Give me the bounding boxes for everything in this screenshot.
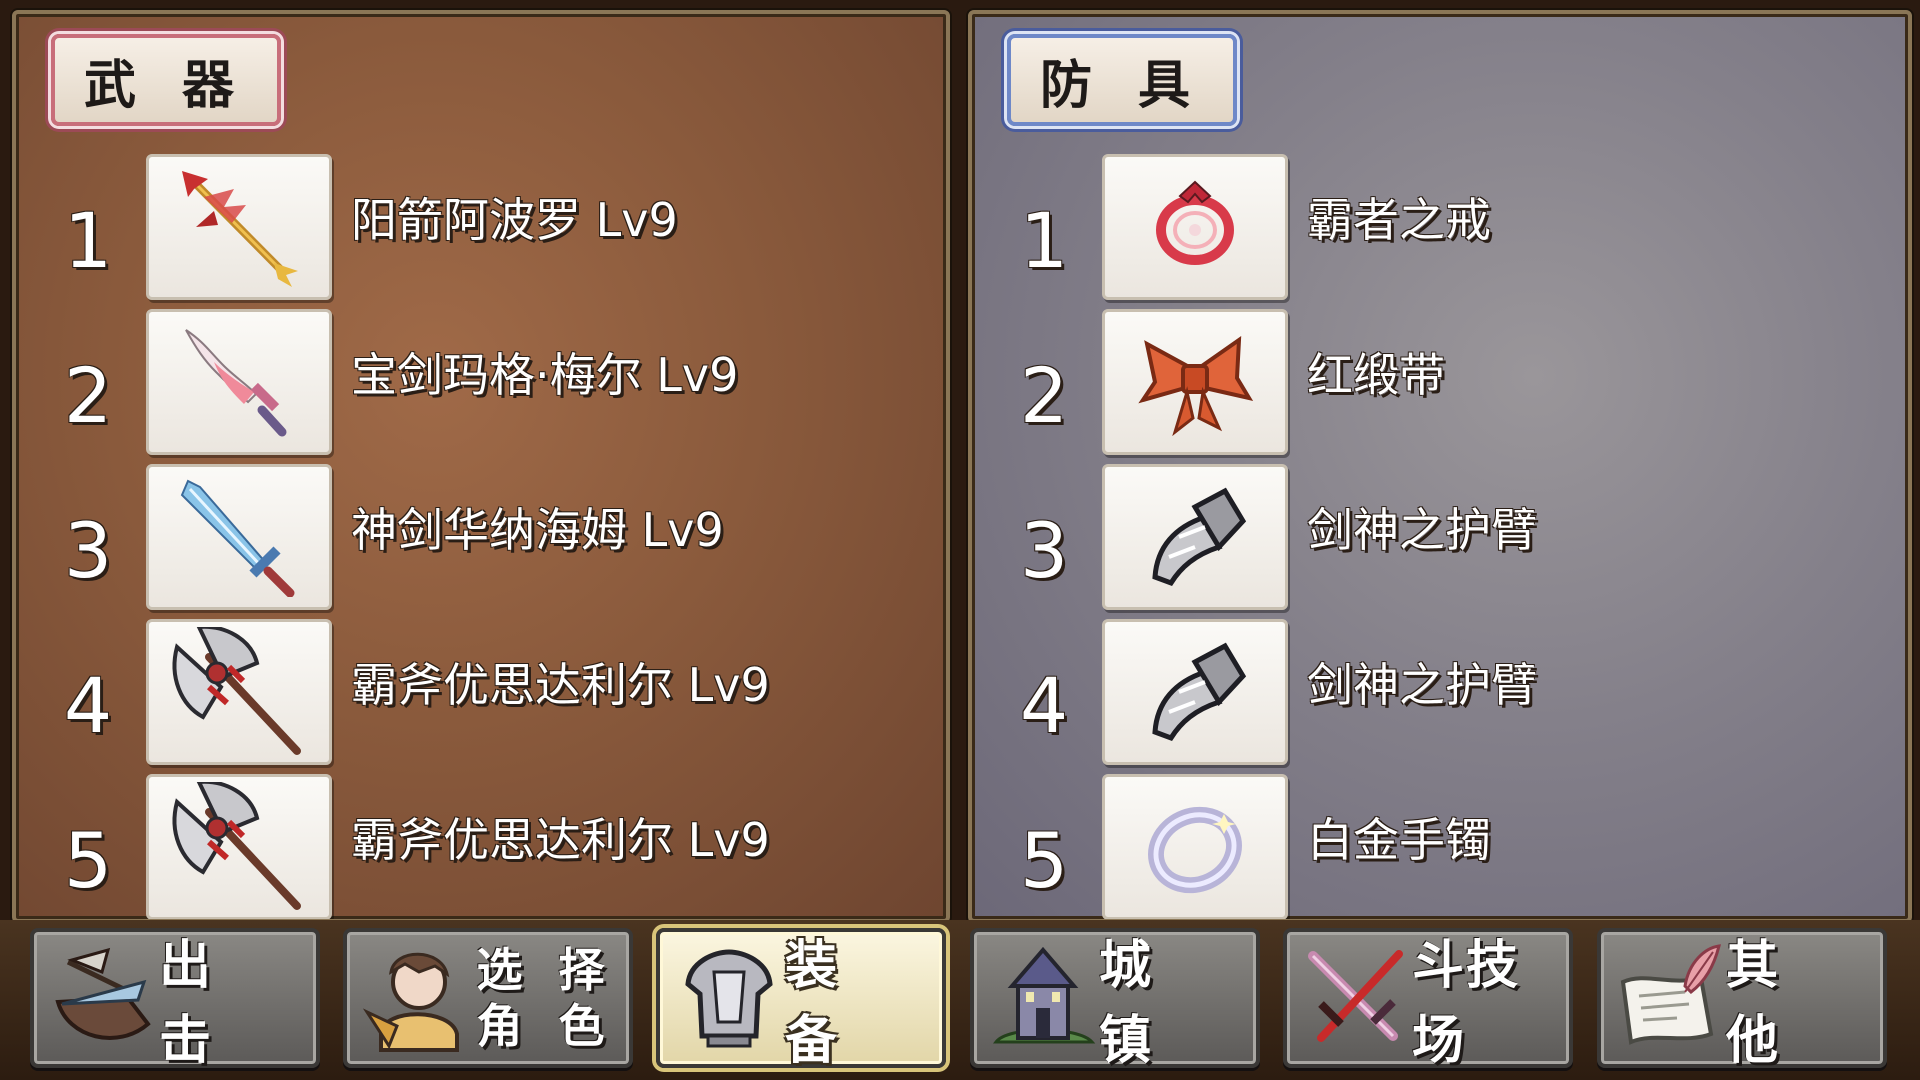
slot-number: 1: [1019, 196, 1069, 285]
weapon-slot-4[interactable]: 4 霸斧优思达利尔 Lv9: [16, 619, 946, 769]
armor-panel: 防 具 1 霸者之戒 2 红缎带 3 剑神之护臂 4 剑神之护臂 5 白金手镯: [968, 10, 1912, 923]
equipment-button[interactable]: 装 备: [656, 928, 946, 1071]
weapons-title: 武 器: [51, 34, 281, 126]
pink-sword-icon: [146, 309, 332, 455]
slot-number: 3: [63, 506, 113, 595]
arena-label: 斗技场: [1412, 936, 1521, 1071]
ship-icon: [48, 942, 158, 1054]
weapon-slot-5[interactable]: 5 霸斧优思达利尔 Lv9: [16, 774, 946, 919]
armor-name: 红缎带: [1307, 348, 1445, 402]
armor-icon: [674, 942, 784, 1054]
weapon-name: 霸斧优思达利尔 Lv9: [351, 813, 770, 867]
slot-number: 3: [1019, 506, 1069, 595]
weapon-slot-2[interactable]: 2 宝剑玛格·梅尔 Lv9: [16, 309, 946, 459]
weapon-name: 阳箭阿波罗 Lv9: [351, 193, 678, 247]
castle-icon: [988, 942, 1098, 1054]
slot-number: 5: [1019, 816, 1069, 905]
armor-name: 剑神之护臂: [1307, 658, 1537, 712]
weapons-panel: 武 器 1 阳箭阿波罗 Lv9 2 宝剑玛格·梅尔 Lv9 3 神剑华纳海姆 L…: [12, 10, 950, 923]
armor-title: 防 具: [1007, 34, 1237, 126]
arrow-icon: [146, 154, 332, 300]
weapon-slot-3[interactable]: 3 神剑华纳海姆 Lv9: [16, 464, 946, 614]
ring-icon: [1102, 154, 1288, 300]
slot-number: 2: [63, 351, 113, 440]
slot-number: 2: [1019, 351, 1069, 440]
scroll-quill-icon: [1615, 942, 1725, 1054]
slot-number: 4: [1019, 661, 1069, 750]
town-label: 城 镇: [1099, 936, 1162, 1071]
bracelet-icon: [1102, 774, 1288, 919]
armor-slot-1[interactable]: 1 霸者之戒: [972, 154, 1908, 304]
armor-slot-3[interactable]: 3 剑神之护臂: [972, 464, 1908, 614]
armor-slot-4[interactable]: 4 剑神之护臂: [972, 619, 1908, 769]
other-button[interactable]: 其 他: [1597, 928, 1887, 1071]
armor-slot-2[interactable]: 2 红缎带: [972, 309, 1908, 459]
town-button[interactable]: 城 镇: [970, 928, 1260, 1071]
sortie-button[interactable]: 出 击: [30, 928, 320, 1071]
armor-name: 白金手镯: [1307, 813, 1491, 867]
character-icon: [361, 942, 471, 1054]
bottom-nav: 出 击 选 择 角 色 装 备 城 镇 斗技场 其 他: [0, 920, 1920, 1080]
axe-icon: [146, 774, 332, 919]
other-label: 其 他: [1726, 936, 1789, 1071]
blue-sword-icon: [146, 464, 332, 610]
gauntlet-icon: [1102, 464, 1288, 610]
slot-number: 5: [63, 816, 113, 905]
equipment-label: 装 备: [785, 936, 848, 1071]
armor-name: 剑神之护臂: [1307, 503, 1537, 557]
crossed-swords-icon: [1301, 942, 1411, 1054]
select-character-label: 选 择 角 色: [476, 943, 615, 1053]
weapon-name: 神剑华纳海姆 Lv9: [351, 503, 724, 557]
sortie-label: 出 击: [159, 936, 222, 1071]
arena-button[interactable]: 斗技场: [1283, 928, 1573, 1071]
weapon-name: 宝剑玛格·梅尔 Lv9: [351, 348, 739, 402]
axe-icon: [146, 619, 332, 765]
ribbon-icon: [1102, 309, 1288, 455]
gauntlet-icon: [1102, 619, 1288, 765]
select-character-button[interactable]: 选 择 角 色: [343, 928, 633, 1068]
armor-slot-5[interactable]: 5 白金手镯: [972, 774, 1908, 919]
slot-number: 4: [63, 661, 113, 750]
weapon-name: 霸斧优思达利尔 Lv9: [351, 658, 770, 712]
weapon-slot-1[interactable]: 1 阳箭阿波罗 Lv9: [16, 154, 946, 304]
armor-name: 霸者之戒: [1307, 193, 1491, 247]
slot-number: 1: [63, 196, 113, 285]
